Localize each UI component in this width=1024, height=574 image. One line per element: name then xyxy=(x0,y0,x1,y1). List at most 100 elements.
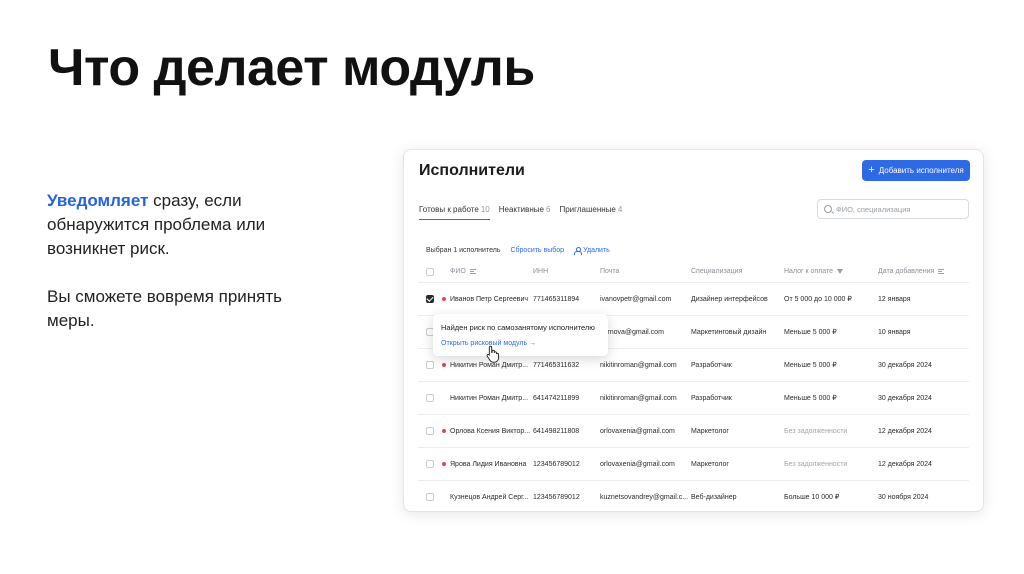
cell-tax: От 5 000 до 10 000 ₽ xyxy=(784,296,852,303)
cell-tax: Без задолженности xyxy=(784,427,848,435)
tab-count: 6 xyxy=(546,205,551,214)
cell-date: 10 января xyxy=(878,328,911,336)
column-specialization: Специализация xyxy=(691,268,743,275)
tabs: Готовы к работе 10 Неактивные 6 Приглашенн… xyxy=(419,205,622,220)
row-checkbox[interactable] xyxy=(426,295,434,303)
popover-title: Найден риск по самозанятому исполнителю xyxy=(441,323,595,332)
tab-ready[interactable]: Готовы к работе 10 xyxy=(419,205,490,220)
cell-date: 30 ноября 2024 xyxy=(878,493,929,501)
cell-name: Иванов Петр Сергеевич xyxy=(450,295,529,303)
description-paragraph-1: Уведомляет сразу, если обнаружится пробл… xyxy=(47,189,307,261)
cell-tax: Меньше 5 000 ₽ xyxy=(784,395,837,402)
row-checkbox[interactable] xyxy=(426,460,434,468)
search-input[interactable]: ФИО, специализация xyxy=(817,199,969,219)
cell-date: 12 декабря 2024 xyxy=(878,427,932,435)
tab-count: 4 xyxy=(617,205,623,214)
tab-label: Готовы к работе xyxy=(419,205,479,214)
column-label: Дата добавления xyxy=(878,268,935,275)
cell-email: kuznetsovandrey@gmail.c... xyxy=(600,493,689,501)
cell-tax: Меньше 5 000 ₽ xyxy=(784,362,837,369)
column-date[interactable]: Дата добавления xyxy=(878,261,945,282)
sort-icon xyxy=(938,269,945,274)
cell-name: Ярова Лидия Ивановна xyxy=(450,460,527,468)
delete-label: Удалить xyxy=(583,247,610,254)
search-placeholder: ФИО, специализация xyxy=(836,204,911,214)
risk-indicator xyxy=(442,429,446,433)
cell-tax: Без задолженности xyxy=(784,460,848,468)
cell-tax: Больше 10 000 ₽ xyxy=(784,494,840,501)
selection-bar: Выбран 1 исполнитель Сбросить выбор Удал… xyxy=(426,247,610,255)
select-all-checkbox[interactable] xyxy=(426,267,434,276)
cell-date: 12 января xyxy=(878,295,911,303)
cell-tax: Меньше 5 000 ₽ xyxy=(784,329,837,336)
description-paragraph-2: Вы сможете вовремя принять меры. xyxy=(47,287,283,330)
slide-title: Что делает модуль xyxy=(48,39,535,97)
column-name[interactable]: ФИО xyxy=(450,261,476,282)
table-row[interactable]: Орлова Ксения Виктор... 641498211808 orl… xyxy=(418,415,969,448)
cell-email: mirnova@gmail.com xyxy=(600,328,664,336)
table-row[interactable]: Никитин Роман Дмитр... 641474211899 niki… xyxy=(418,382,969,415)
cell-email: nikitinroman@gmail.com xyxy=(600,394,677,402)
cell-specialization: Дизайнер интерфейсов xyxy=(691,295,768,303)
cell-name: Орлова Ксения Виктор... xyxy=(450,427,531,435)
sort-icon xyxy=(469,269,476,274)
cell-name: Кузнецов Андрей Серг... xyxy=(450,493,529,501)
cell-inn: 123456789012 xyxy=(533,493,580,501)
tab-inactive[interactable]: Неактивные 6 xyxy=(499,205,551,220)
cell-specialization: Веб-дизайнер xyxy=(691,493,737,501)
cell-inn: 771465311894 xyxy=(533,295,580,303)
cell-name: Никитин Роман Дмитр... xyxy=(450,394,529,402)
tab-label: Приглашенные xyxy=(559,205,616,214)
open-risk-module-link[interactable]: Открыть рисковый модуль → xyxy=(441,340,600,347)
cell-specialization: Разработчик xyxy=(691,361,732,369)
tab-count: 10 xyxy=(480,205,490,214)
reset-selection-link[interactable]: Сбросить выбор xyxy=(510,247,564,254)
risk-indicator xyxy=(442,462,446,466)
cell-specialization: Маркетолог xyxy=(691,460,729,468)
row-checkbox[interactable] xyxy=(426,361,434,369)
table-row[interactable]: Ярова Лидия Ивановна 123456789012 orlova… xyxy=(418,448,969,481)
row-checkbox[interactable] xyxy=(426,427,434,435)
performers-table: ФИО ИНН Почта Специализация Налог к опла… xyxy=(418,261,969,511)
column-email: Почта xyxy=(600,268,620,275)
row-checkbox[interactable] xyxy=(426,394,434,402)
cell-inn: 641498211808 xyxy=(533,427,580,435)
cell-specialization: Разработчик xyxy=(691,394,732,402)
column-tax[interactable]: Налог к оплате xyxy=(784,261,844,282)
performers-app-window: Исполнители + Добавить исполнителя Готов… xyxy=(403,149,984,512)
cell-email: ivanovpetr@gmail.com xyxy=(600,295,672,303)
add-performer-button[interactable]: + Добавить исполнителя xyxy=(862,160,970,181)
cell-inn: 123456789012 xyxy=(533,460,580,468)
plus-icon: + xyxy=(868,164,875,176)
column-inn: ИНН xyxy=(533,268,549,275)
cell-date: 30 декабря 2024 xyxy=(878,361,932,369)
add-performer-label: Добавить исполнителя xyxy=(878,166,964,175)
cell-inn: 641474211899 xyxy=(533,394,580,402)
page-title: Исполнители xyxy=(419,162,525,179)
tab-invited[interactable]: Приглашенные 4 xyxy=(559,205,622,220)
user-icon xyxy=(574,247,583,255)
risk-popover: Найден риск по самозанятому исполнителю … xyxy=(433,314,608,356)
slide-description: Уведомляет сразу, если обнаружится пробл… xyxy=(47,189,307,333)
row-checkbox[interactable] xyxy=(426,493,434,501)
table-row[interactable]: Кузнецов Андрей Серг... 123456789012 kuz… xyxy=(418,481,969,511)
cell-date: 30 декабря 2024 xyxy=(878,394,932,402)
column-label: Налог к оплате xyxy=(784,268,834,275)
filter-icon xyxy=(837,269,844,274)
selected-count: Выбран 1 исполнитель xyxy=(426,247,501,254)
cell-email: orlovaxenia@gmail.com xyxy=(600,427,675,435)
column-label: ФИО xyxy=(450,268,466,275)
cell-date: 12 декабря 2024 xyxy=(878,460,932,468)
tab-label: Неактивные xyxy=(498,205,544,214)
delete-button[interactable]: Удалить xyxy=(574,247,610,255)
search-icon xyxy=(824,205,832,213)
hand-cursor-icon xyxy=(486,345,500,363)
cell-email: orlovaxenia@gmail.com xyxy=(600,460,675,468)
cell-specialization: Маркетинговый дизайн xyxy=(691,328,767,336)
description-accent: Уведомляет xyxy=(47,191,149,210)
cell-specialization: Маркетолог xyxy=(691,427,729,435)
cell-email: nikitinroman@gmail.com xyxy=(600,361,677,369)
table-row[interactable]: Иванов Петр Сергеевич 771465311894 ivano… xyxy=(418,283,969,316)
risk-indicator xyxy=(442,363,446,367)
risk-indicator xyxy=(442,297,446,301)
